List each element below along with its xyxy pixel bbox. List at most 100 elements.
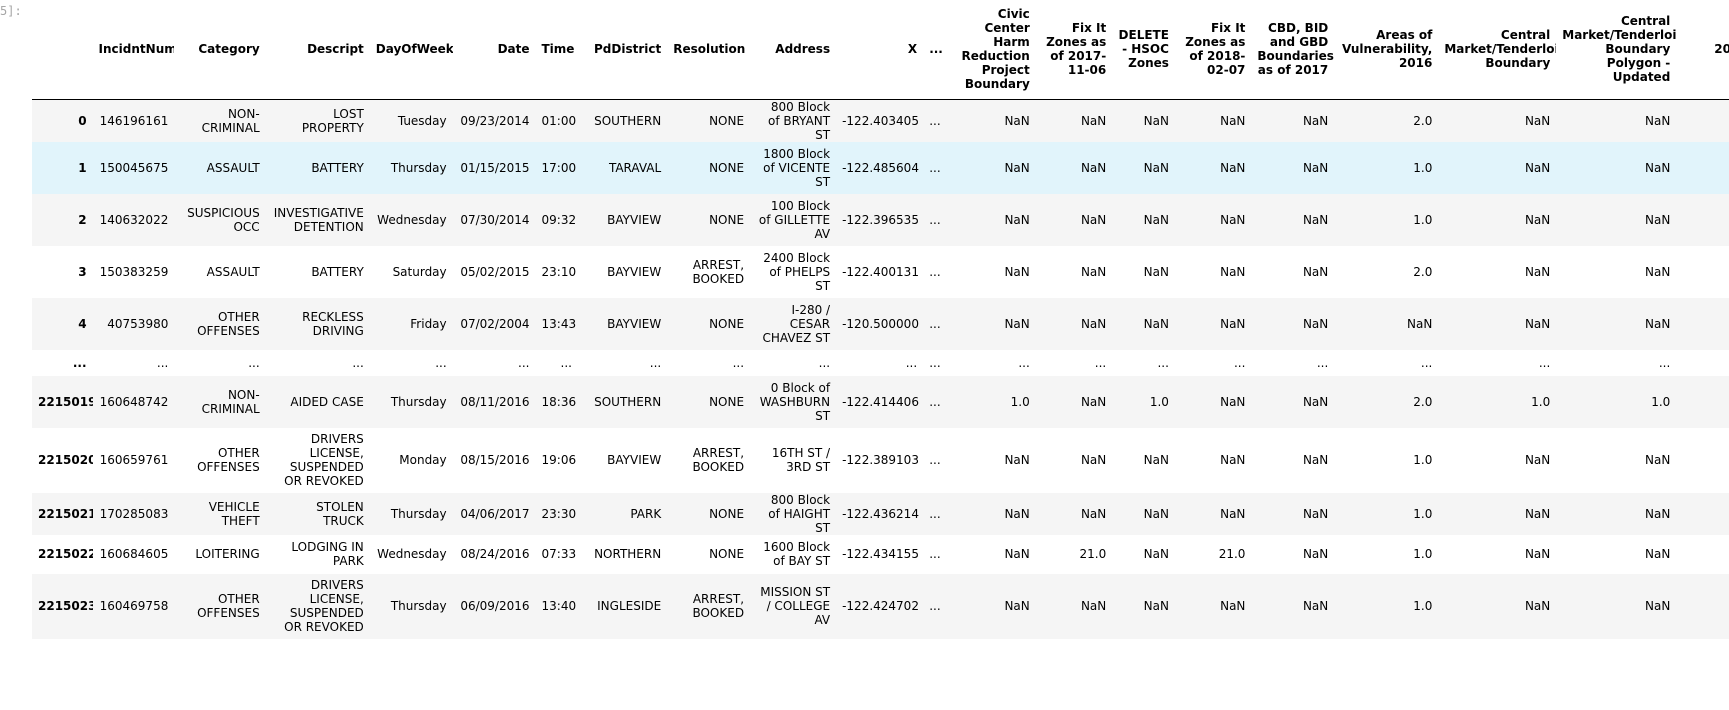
table-cell: BATTERY xyxy=(311,264,364,279)
table-row[interactable]: 2215022 160684605 LOITERING LODGING IN PARK… xyxy=(32,534,1729,574)
table-cell: ... xyxy=(1233,355,1246,370)
column-header: 20 xyxy=(1714,42,1729,57)
table-cell: 1.0 xyxy=(1413,212,1433,227)
table-cell: 1.0 xyxy=(1413,547,1433,561)
table-cell: NaN xyxy=(1644,113,1671,128)
table-row[interactable]: 1 150045675 ASSAULT BATTERY Thursday 01/15/20… xyxy=(32,141,1729,194)
table-row[interactable]: 0 146196161 NON-CRIMINAL LOST PROPERTY Tuesd… xyxy=(32,99,1729,142)
table-cell: -122.485604 xyxy=(842,160,919,175)
table-cell: 13:40 xyxy=(541,599,577,613)
table-cell: 08/24/2016 xyxy=(460,547,530,561)
table-cell: 04/06/2017 xyxy=(460,506,530,521)
table-row[interactable]: 2215020 160659761 OTHER OFFENSES DRIVERS LI… xyxy=(32,427,1729,493)
table-cell: 08/11/2016 xyxy=(460,394,530,409)
table-cell: BAYVIEW xyxy=(607,264,662,279)
row-index: 2215019 xyxy=(38,394,93,409)
column-header: IncidntNum xyxy=(98,42,175,57)
table-row[interactable]: 2215023 160469758 OTHER OFFENSES DRIVERS LI… xyxy=(32,573,1729,639)
table-row[interactable]: 4 40753980 OTHER OFFENSES RECKLESS DRIVING F… xyxy=(32,297,1729,350)
table-cell: BAYVIEW xyxy=(607,453,662,467)
table-cell: NaN xyxy=(1080,506,1107,521)
table-cell: Thursday xyxy=(390,599,447,613)
table-cell: NaN xyxy=(1302,394,1329,409)
table-cell: 1.0 xyxy=(1413,160,1433,175)
table-cell: NaN xyxy=(1524,264,1551,279)
table-cell: NaN xyxy=(1220,113,1246,128)
table-cell xyxy=(1676,574,1729,639)
table-row[interactable]: 2215021 170285083 VEHICLE THEFT STOLEN TRUC… xyxy=(32,492,1729,535)
table-row[interactable]: 2 140632022 SUSPICIOUS OCC INVESTIGATIVE DE… xyxy=(32,193,1729,246)
table-cell: NaN xyxy=(1143,212,1169,227)
table-cell: 07/30/2014 xyxy=(460,212,530,227)
table-cell: 146196161 xyxy=(99,113,169,128)
table-cell: 1.0 xyxy=(1413,453,1433,467)
table-cell: NORTHERN xyxy=(594,547,662,561)
column-header: ... xyxy=(929,42,943,57)
table-cell: NaN xyxy=(1524,547,1551,561)
table-cell: ... xyxy=(1316,355,1329,370)
table-cell: 800 Block of HAIGHT ST xyxy=(768,492,831,535)
table-cell: 100 Block of GILLETTE AV xyxy=(758,198,831,241)
column-header: X xyxy=(907,42,918,57)
table-cell: 18:36 xyxy=(541,394,577,409)
table-cell: -122.400131 xyxy=(842,264,919,279)
table-cell: ASSAULT xyxy=(206,160,260,175)
table-cell: NaN xyxy=(1302,599,1329,613)
table-cell: NaN xyxy=(1644,599,1671,613)
table-cell: NaN xyxy=(1004,316,1030,331)
table-cell xyxy=(1676,246,1729,298)
table-cell: LOST PROPERTY xyxy=(301,106,364,135)
table-cell: ARREST, BOOKED xyxy=(692,257,745,286)
table-cell: ... xyxy=(248,355,260,370)
table-cell: ... xyxy=(929,160,941,175)
table-cell: NaN xyxy=(1302,453,1329,467)
table-cell: INGLESIDE xyxy=(597,599,662,613)
table-cell: 140632022 xyxy=(99,212,169,227)
table-cell: Wednesday xyxy=(377,547,447,561)
table-cell: NaN xyxy=(1143,453,1169,467)
dataframe-output: IncidntNum Category Descript DayOfWeek Date T… xyxy=(32,0,1729,639)
table-cell: NaN xyxy=(1524,212,1551,227)
table-cell: ... xyxy=(929,316,941,331)
column-header: DayOfWeek xyxy=(375,42,453,57)
table-cell: AIDED CASE xyxy=(290,394,364,409)
row-index: 2215020 xyxy=(38,453,93,467)
column-header: Time xyxy=(541,42,575,57)
table-cell: NaN xyxy=(1302,160,1329,175)
row-index: 0 xyxy=(78,113,87,128)
table-cell: 21.0 xyxy=(1218,547,1246,561)
table-cell: -122.436214 xyxy=(842,506,919,521)
table-cell: ... xyxy=(818,355,831,370)
column-header: Fix It Zones as of 2018-02-07 xyxy=(1185,21,1246,78)
table-cell xyxy=(1676,376,1729,428)
table-cell: NaN xyxy=(1143,160,1169,175)
table-cell: ... xyxy=(1157,355,1169,370)
table-cell xyxy=(1676,142,1729,194)
row-index: ... xyxy=(72,355,87,370)
table-cell: ... xyxy=(732,355,745,370)
table-cell: NONE xyxy=(709,547,745,561)
table-cell: NONE xyxy=(709,506,745,521)
table-row[interactable]: 3 150383259 ASSAULT BATTERY Saturday 05/02/20… xyxy=(32,245,1729,298)
table-cell: ... xyxy=(560,355,572,370)
table-cell: NaN xyxy=(1302,113,1329,128)
table-cell: ... xyxy=(1018,355,1030,370)
table-cell: ASSAULT xyxy=(206,264,260,279)
ellipsis-row[interactable]: ........................................… xyxy=(32,349,1729,376)
table-cell: Thursday xyxy=(390,506,447,521)
table-cell: ... xyxy=(929,599,941,613)
table-cell: ... xyxy=(929,355,941,370)
table-cell: 07:33 xyxy=(541,547,577,561)
table-cell: 0 Block of WASHBURN ST xyxy=(759,380,831,423)
row-index: 2215021 xyxy=(38,506,93,521)
table-cell: -120.500000 xyxy=(842,316,919,331)
table-cell: DRIVERS LICENSE, SUSPENDED OR REVOKED xyxy=(284,578,364,634)
table-cell: 1600 Block of BAY ST xyxy=(763,540,831,568)
table-cell: ARREST, BOOKED xyxy=(692,446,745,474)
table-row[interactable]: 2215019 160648742 NON-CRIMINAL AIDED CASE Th… xyxy=(32,375,1729,428)
table-cell: NaN xyxy=(1220,264,1246,279)
table-cell: ... xyxy=(156,355,169,370)
table-cell: Monday xyxy=(399,453,447,467)
table-cell: 150045675 xyxy=(99,160,169,175)
table-cell: NaN xyxy=(1220,394,1246,409)
